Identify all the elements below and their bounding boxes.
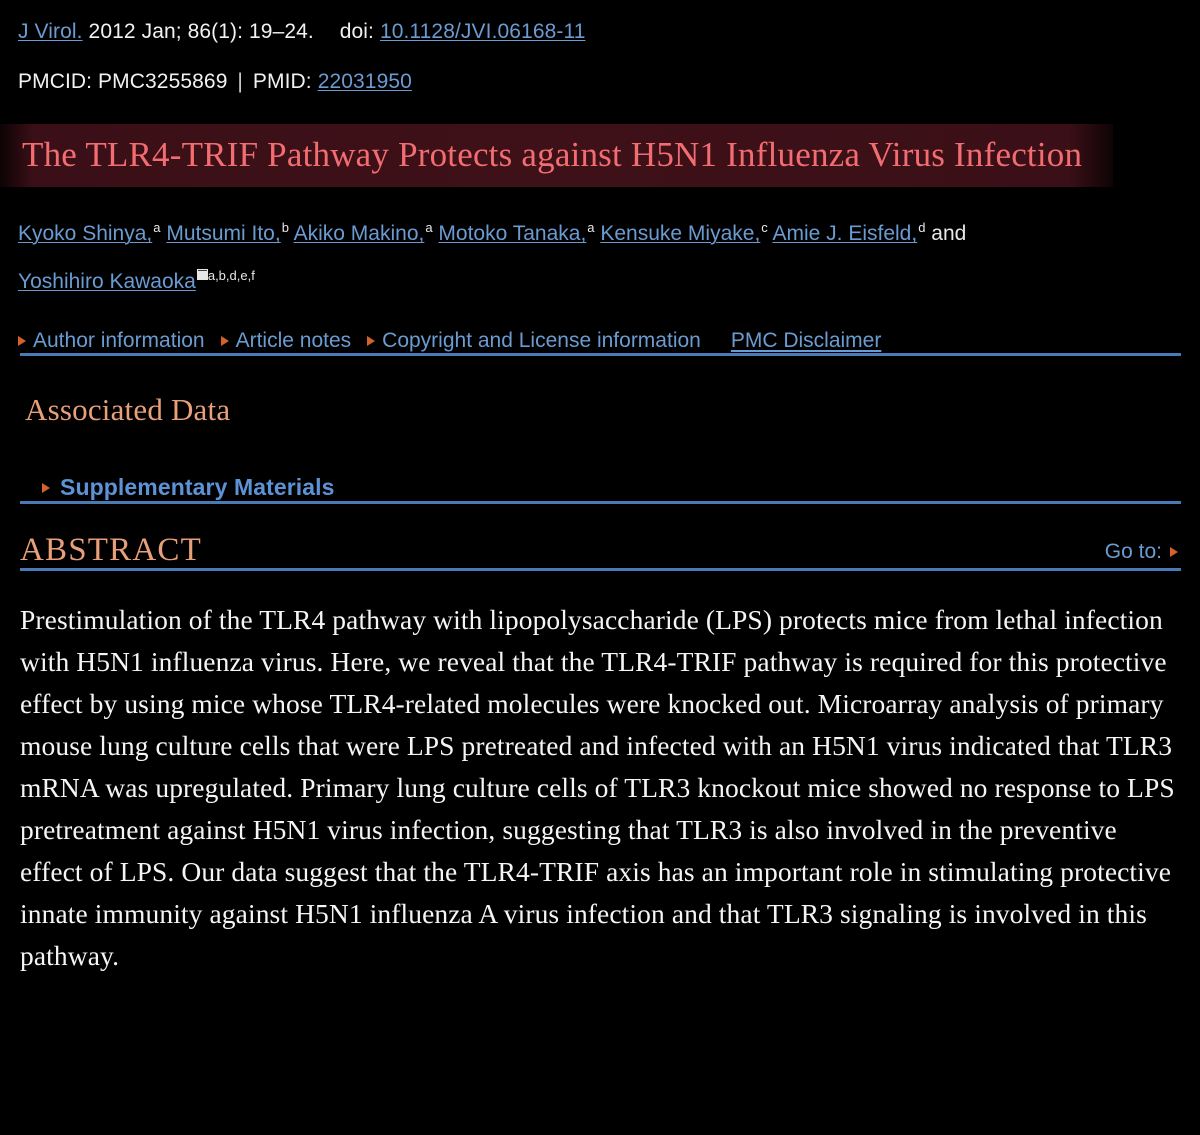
author-link[interactable]: Kensuke Miyake, [600, 222, 760, 245]
triangle-right-icon [367, 336, 376, 347]
abstract-header-row: ABSTRACT Go to: [0, 504, 1200, 568]
author-link[interactable]: Kyoko Shinya, [18, 222, 152, 245]
triangle-right-icon [1170, 547, 1178, 558]
author-affiliation: b [281, 220, 289, 236]
corresponding-author-link[interactable]: Yoshihiro Kawaoka [18, 270, 196, 293]
author-information-link[interactable]: Author information [33, 329, 205, 353]
doi-label: doi: [339, 20, 374, 43]
citation-line: J Virol. 2012 Jan; 86(1): 19–24. doi: 10… [0, 0, 1200, 46]
go-to-control[interactable]: Go to: [1105, 540, 1178, 568]
triangle-right-icon [42, 482, 50, 493]
triangle-right-icon [18, 336, 26, 347]
author-link[interactable]: Motoko Tanaka, [438, 222, 586, 245]
corresponding-author-affiliation: a,b,d,e,f [207, 268, 255, 284]
article-page: J Virol. 2012 Jan; 86(1): 19–24. doi: 10… [0, 0, 1200, 1135]
associated-data-heading: Associated Data [25, 392, 231, 428]
envelope-icon [196, 269, 208, 281]
doi-link[interactable]: 10.1128/JVI.06168-11 [380, 20, 586, 43]
author-link[interactable]: Akiko Makino, [294, 222, 425, 245]
author-affiliation: a [425, 220, 433, 236]
identifiers-line: PMCID: PMC3255869 | PMID: 22031950 [0, 46, 1200, 94]
pmcid-value: PMC3255869 [98, 70, 228, 94]
pmid-label: PMID: [252, 70, 312, 94]
author-affiliation: a [153, 220, 161, 236]
separator: | [237, 70, 243, 94]
citation-details: 2012 Jan; 86(1): 19–24. [88, 20, 314, 43]
author-list: Kyoko Shinya,a Mutsumi Ito,b Akiko Makin… [0, 207, 1200, 303]
copyright-license-link[interactable]: Copyright and License information [382, 329, 701, 353]
abstract-body: Prestimulation of the TLR4 pathway with … [20, 604, 1175, 972]
supplementary-materials-label: Supplementary Materials [60, 474, 335, 501]
author-affiliation: a [587, 220, 595, 236]
meta-links-row: Author information Article notes Copyrig… [0, 329, 1200, 353]
authors-conjunction: and [931, 222, 967, 246]
article-notes-link[interactable]: Article notes [236, 329, 352, 353]
author-affiliation: c [761, 220, 768, 236]
pmcid-label: PMCID: [18, 70, 93, 94]
supplementary-materials-item[interactable]: Supplementary Materials [0, 428, 1200, 501]
pmid-link[interactable]: 22031950 [318, 70, 412, 93]
pmc-disclaimer-link[interactable]: PMC Disclaimer [731, 329, 882, 353]
page-title: The TLR4-TRIF Pathway Protects against H… [22, 135, 1083, 175]
abstract-heading: ABSTRACT [20, 532, 202, 569]
author-link[interactable]: Mutsumi Ito, [166, 222, 280, 245]
triangle-right-icon [220, 336, 229, 347]
author-link[interactable]: Amie J. Eisfeld, [772, 222, 917, 245]
title-container: The TLR4-TRIF Pathway Protects against H… [0, 124, 1200, 188]
author-affiliation: d [918, 220, 926, 236]
go-to-label: Go to: [1104, 540, 1162, 564]
journal-link[interactable]: J Virol. [18, 20, 83, 43]
